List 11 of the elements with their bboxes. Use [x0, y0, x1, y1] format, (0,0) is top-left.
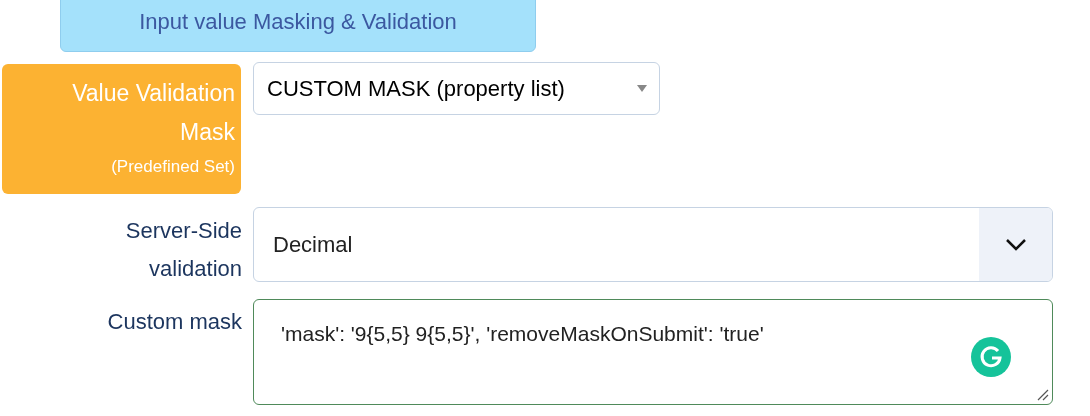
- mask-select[interactable]: CUSTOM MASK (property list): [253, 62, 660, 115]
- section-title: Input value Masking & Validation: [139, 8, 457, 36]
- custom-mask-field[interactable]: 'mask': '9{5,5} 9{5,5}', 'removeMaskOnSubmit': 'true': [253, 299, 1053, 405]
- chevron-down-icon: [1004, 238, 1027, 251]
- field-label: Value Validation Mask: [71, 79, 235, 147]
- resize-handle-icon[interactable]: [1037, 389, 1049, 401]
- field-label: Custom mask: [106, 308, 242, 336]
- dropdown-arrow-icon: [637, 85, 647, 92]
- field-note: (Predefined Set): [111, 156, 235, 178]
- field-label: Server-Side validation: [124, 217, 242, 283]
- validation-select[interactable]: Decimal: [253, 207, 1053, 282]
